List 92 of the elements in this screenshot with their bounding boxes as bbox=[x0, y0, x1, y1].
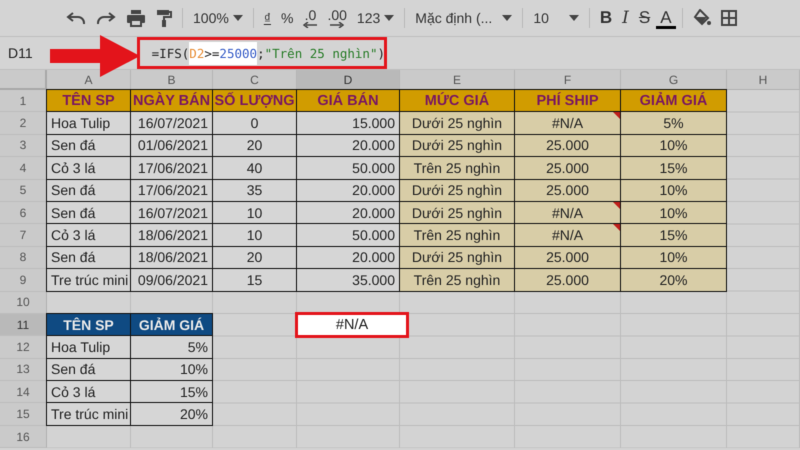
row-header[interactable]: 1 bbox=[0, 90, 47, 112]
row-header[interactable]: 16 bbox=[0, 426, 47, 448]
table-cell: 25.000 bbox=[514, 134, 621, 158]
table-cell: 10% bbox=[620, 246, 727, 270]
table-cell: Hoa Tulip bbox=[46, 335, 131, 359]
table-cell: 20% bbox=[130, 402, 213, 426]
percent-format-button[interactable]: % bbox=[277, 8, 298, 28]
table-cell: Dưới 25 nghìn bbox=[399, 246, 515, 270]
grid-icon bbox=[720, 10, 737, 26]
column-heading: GIẢM GIÁ bbox=[130, 312, 213, 336]
column-heading: GIẢM GIÁ bbox=[620, 89, 727, 112]
row-header[interactable]: 12 bbox=[0, 336, 47, 359]
row-header[interactable]: 8 bbox=[0, 246, 47, 270]
undo-icon bbox=[66, 10, 86, 26]
increase-decimal-button[interactable]: .00 bbox=[323, 6, 351, 30]
row-header[interactable]: 14 bbox=[0, 381, 47, 404]
row-header[interactable]: 6 bbox=[0, 202, 47, 224]
column-header[interactable]: B bbox=[131, 70, 213, 90]
table-cell: 10% bbox=[620, 134, 727, 158]
zoom-dropdown[interactable]: 100% bbox=[189, 8, 247, 28]
column-heading: MỨC GIÁ bbox=[399, 89, 515, 112]
caret-icon bbox=[502, 15, 512, 21]
paint-roller-icon bbox=[156, 9, 172, 27]
table-cell: 10% bbox=[620, 178, 727, 202]
table-cell: 5% bbox=[620, 111, 727, 135]
row-header[interactable]: 4 bbox=[0, 157, 47, 180]
caret-icon bbox=[384, 15, 394, 21]
table-cell: Trên 25 nghìn bbox=[399, 223, 515, 247]
row-header[interactable]: 7 bbox=[0, 224, 47, 247]
column-heading: NGÀY BÁN bbox=[130, 89, 213, 112]
table-cell: 25.000 bbox=[514, 268, 621, 292]
table-cell: Trên 25 nghìn bbox=[399, 156, 515, 180]
row-header[interactable]: 11 bbox=[0, 314, 47, 336]
name-box[interactable]: D11 bbox=[8, 45, 33, 61]
column-header[interactable]: A bbox=[47, 70, 131, 90]
font-size-dropdown[interactable]: 10 bbox=[529, 8, 583, 28]
arrow-icon bbox=[330, 22, 344, 28]
text-color-button[interactable]: A bbox=[656, 7, 676, 29]
column-heading: TÊN SP bbox=[46, 312, 131, 336]
column-header[interactable]: G bbox=[621, 70, 727, 90]
row-header[interactable]: 9 bbox=[0, 269, 47, 292]
table-cell: Tre trúc mini bbox=[46, 402, 131, 426]
column-heading: TÊN SP bbox=[46, 89, 131, 112]
bold-button[interactable]: B bbox=[596, 6, 616, 30]
caret-icon bbox=[568, 15, 579, 21]
font-dropdown[interactable]: Mặc định (... bbox=[411, 8, 516, 28]
decrease-decimal-button[interactable]: .0 bbox=[299, 6, 322, 30]
table-cell: Dưới 25 nghìn bbox=[399, 178, 515, 202]
table-cell: 5% bbox=[130, 335, 213, 359]
column-header[interactable]: E bbox=[400, 70, 515, 90]
table-cell: 15% bbox=[620, 223, 727, 247]
row-header[interactable]: 5 bbox=[0, 180, 47, 202]
column-heading: PHÍ SHIP bbox=[514, 89, 621, 112]
row-header[interactable]: 3 bbox=[0, 134, 47, 158]
table-cell: Cỏ 3 lá bbox=[46, 156, 131, 180]
table-cell: #N/A bbox=[514, 223, 621, 247]
row-header[interactable]: 15 bbox=[0, 403, 47, 426]
number-format-dropdown[interactable]: 123 bbox=[352, 8, 398, 28]
italic-button[interactable]: I bbox=[618, 6, 633, 30]
table-cell: Tre trúc mini bbox=[46, 268, 131, 292]
redo-icon bbox=[96, 10, 116, 26]
table-cell: 25.000 bbox=[514, 246, 621, 270]
row-header[interactable]: 2 bbox=[0, 112, 47, 135]
table-cell: Dưới 25 nghìn bbox=[399, 134, 515, 158]
strikethrough-button[interactable]: S bbox=[634, 6, 654, 30]
table-cell: #N/A bbox=[514, 111, 621, 135]
column-heading: GIÁ BÁN bbox=[296, 89, 400, 112]
arrow-icon bbox=[303, 22, 318, 28]
table-cell: 10% bbox=[620, 200, 727, 224]
row-header[interactable]: 13 bbox=[0, 358, 47, 382]
table-cell: 15% bbox=[620, 156, 727, 180]
table-cell: Dưới 25 nghìn bbox=[399, 111, 515, 135]
table-cell: 25.000 bbox=[514, 178, 621, 202]
table-cell: 25.000 bbox=[514, 156, 621, 180]
formula-field[interactable]: =IFS(D2>=25000;"Trên 25 nghìn") bbox=[136, 37, 387, 69]
row-header[interactable]: 10 bbox=[0, 292, 47, 314]
currency-format-button[interactable]: ₫ bbox=[260, 8, 275, 28]
column-header[interactable]: D bbox=[297, 70, 400, 90]
printer-icon bbox=[126, 9, 146, 27]
table-cell: 20% bbox=[620, 268, 727, 292]
column-header[interactable]: F bbox=[515, 70, 621, 90]
table-cell: Dưới 25 nghìn bbox=[399, 200, 515, 224]
table-cell: Cỏ 3 lá bbox=[46, 223, 131, 247]
paint-bucket-icon bbox=[692, 9, 711, 27]
column-heading: SỐ LƯỢNG bbox=[212, 89, 297, 112]
column-header[interactable]: C bbox=[213, 70, 297, 90]
table-cell: Trên 25 nghìn bbox=[399, 268, 515, 292]
table-cell: #N/A bbox=[514, 200, 621, 224]
selected-cell[interactable]: #N/A bbox=[295, 312, 409, 338]
column-header[interactable]: H bbox=[727, 70, 800, 90]
caret-icon bbox=[232, 15, 243, 21]
table-cell: Hoa Tulip bbox=[46, 111, 131, 135]
